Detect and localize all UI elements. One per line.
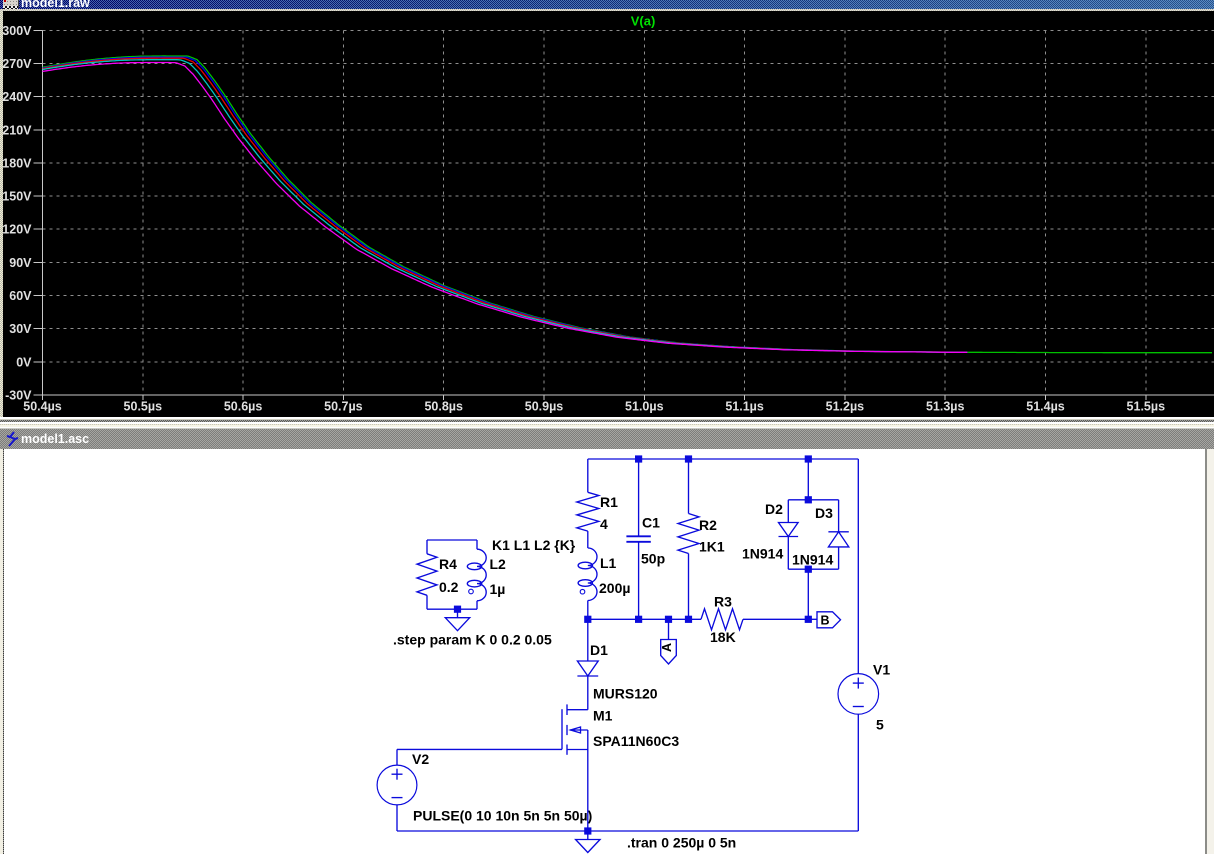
schematic-titlebar[interactable]: model1.asc [0,427,1214,450]
component-value: 4 [600,516,608,532]
y-tick-label: 90V [9,256,32,270]
junction-dot [684,454,693,463]
y-tick-label: 150V [2,190,32,204]
waveform-titlebar[interactable]: model1.raw [0,0,1214,9]
net-label: A [660,642,674,651]
x-tick-label: 51.2µs [826,399,865,413]
x-tick-label: 51.3µs [926,399,965,413]
y-tick-label: 300V [2,24,32,38]
schematic-canvas[interactable]: .step param K 0 0.2 0.05 K1 L1 L2 {K} .tra… [0,448,1214,854]
x-tick-label: 51.0µs [625,399,664,413]
x-tick-label: 51.5µs [1127,399,1166,413]
waveform-plot[interactable]: 300V270V240V210V180V150V120V90V60V30V0V-… [0,0,1214,417]
x-tick-label: 50.5µs [124,399,163,413]
waveform-window-icon-dot [4,0,6,2]
component-name: V2 [412,751,429,767]
component-name: C1 [642,514,660,530]
spice-directive: K1 L1 L2 {K} [492,537,576,553]
x-tick-label: 50.8µs [424,399,463,413]
component-name: R4 [439,556,457,572]
junction-dot [664,615,673,623]
x-tick-label: 50.9µs [525,399,564,413]
component-value: 5 [876,716,884,732]
junction-dot [804,495,812,503]
junction-dot [684,615,693,623]
component-name: D1 [590,642,608,658]
component-name: D3 [815,505,833,521]
x-tick-label: 50.4µs [23,399,62,413]
component-value: 50p [641,550,665,566]
component-name: D2 [765,501,783,517]
component-value: MURS120 [593,685,658,701]
component-name: L2 [490,556,507,572]
spice-directive: .step param K 0 0.2 0.05 [393,631,552,647]
y-tick-label: 240V [2,90,32,104]
component-name: R3 [714,593,732,609]
y-tick-label: 0V [16,355,32,369]
x-tick-label: 51.1µs [725,399,764,413]
junction-dot [804,615,812,623]
component-name: M1 [593,707,613,723]
spice-directive: .tran 0 250µ 0 5n [627,834,736,850]
component-name: R1 [600,494,618,510]
component-value: 18K [710,629,736,645]
waveform-window-left-border [0,11,3,417]
ltspice-app: 300V 270V 240V 210V 180V 150V 120V 90V 60V 30V 0V -… [0,0,1214,854]
component-value: 0.2 [439,579,459,595]
plot-title: V(a) [631,14,656,29]
y-tick-label: 30V [9,322,32,336]
x-tick-label: 51.4µs [1026,399,1065,413]
component-value: PULSE(0 10 10n 5n 5n 50µ) [413,807,592,823]
component-name: V1 [873,661,890,677]
junction-dot [584,615,592,623]
y-tick-label: 60V [9,289,32,303]
component-value: 1N914 [792,551,833,567]
component-name: L1 [600,555,617,571]
component-value: 1µ [490,581,506,597]
y-tick-label: 180V [2,156,32,170]
y-tick-label: 210V [2,123,32,137]
schematic-window-right-border [1206,448,1214,854]
plot-background [0,0,1214,417]
y-tick-label: 120V [2,223,32,237]
component-value: 200µ [599,580,630,596]
schematic-title: model1.asc [21,432,90,446]
waveform-title: model1.raw [21,0,90,9]
waveform-titlebar-bottom-edge [0,8,1214,11]
component-name: R2 [699,517,717,533]
component-value: 1K1 [699,538,725,554]
junction-dot [804,454,812,463]
junction-dot [635,454,643,463]
schematic-window-left-border-line [2,448,4,854]
net-label: B [820,613,829,627]
x-tick-label: 50.7µs [324,399,363,413]
component-value: 1N914 [742,545,783,561]
junction-dot [635,615,643,623]
component-value: SPA11N60C3 [593,733,679,749]
x-tick-label: 50.6µs [224,399,263,413]
waveform-window: 300V 270V 240V 210V 180V 150V 120V 90V 60V 30V 0V -… [0,0,1214,417]
y-tick-label: 270V [2,57,32,71]
